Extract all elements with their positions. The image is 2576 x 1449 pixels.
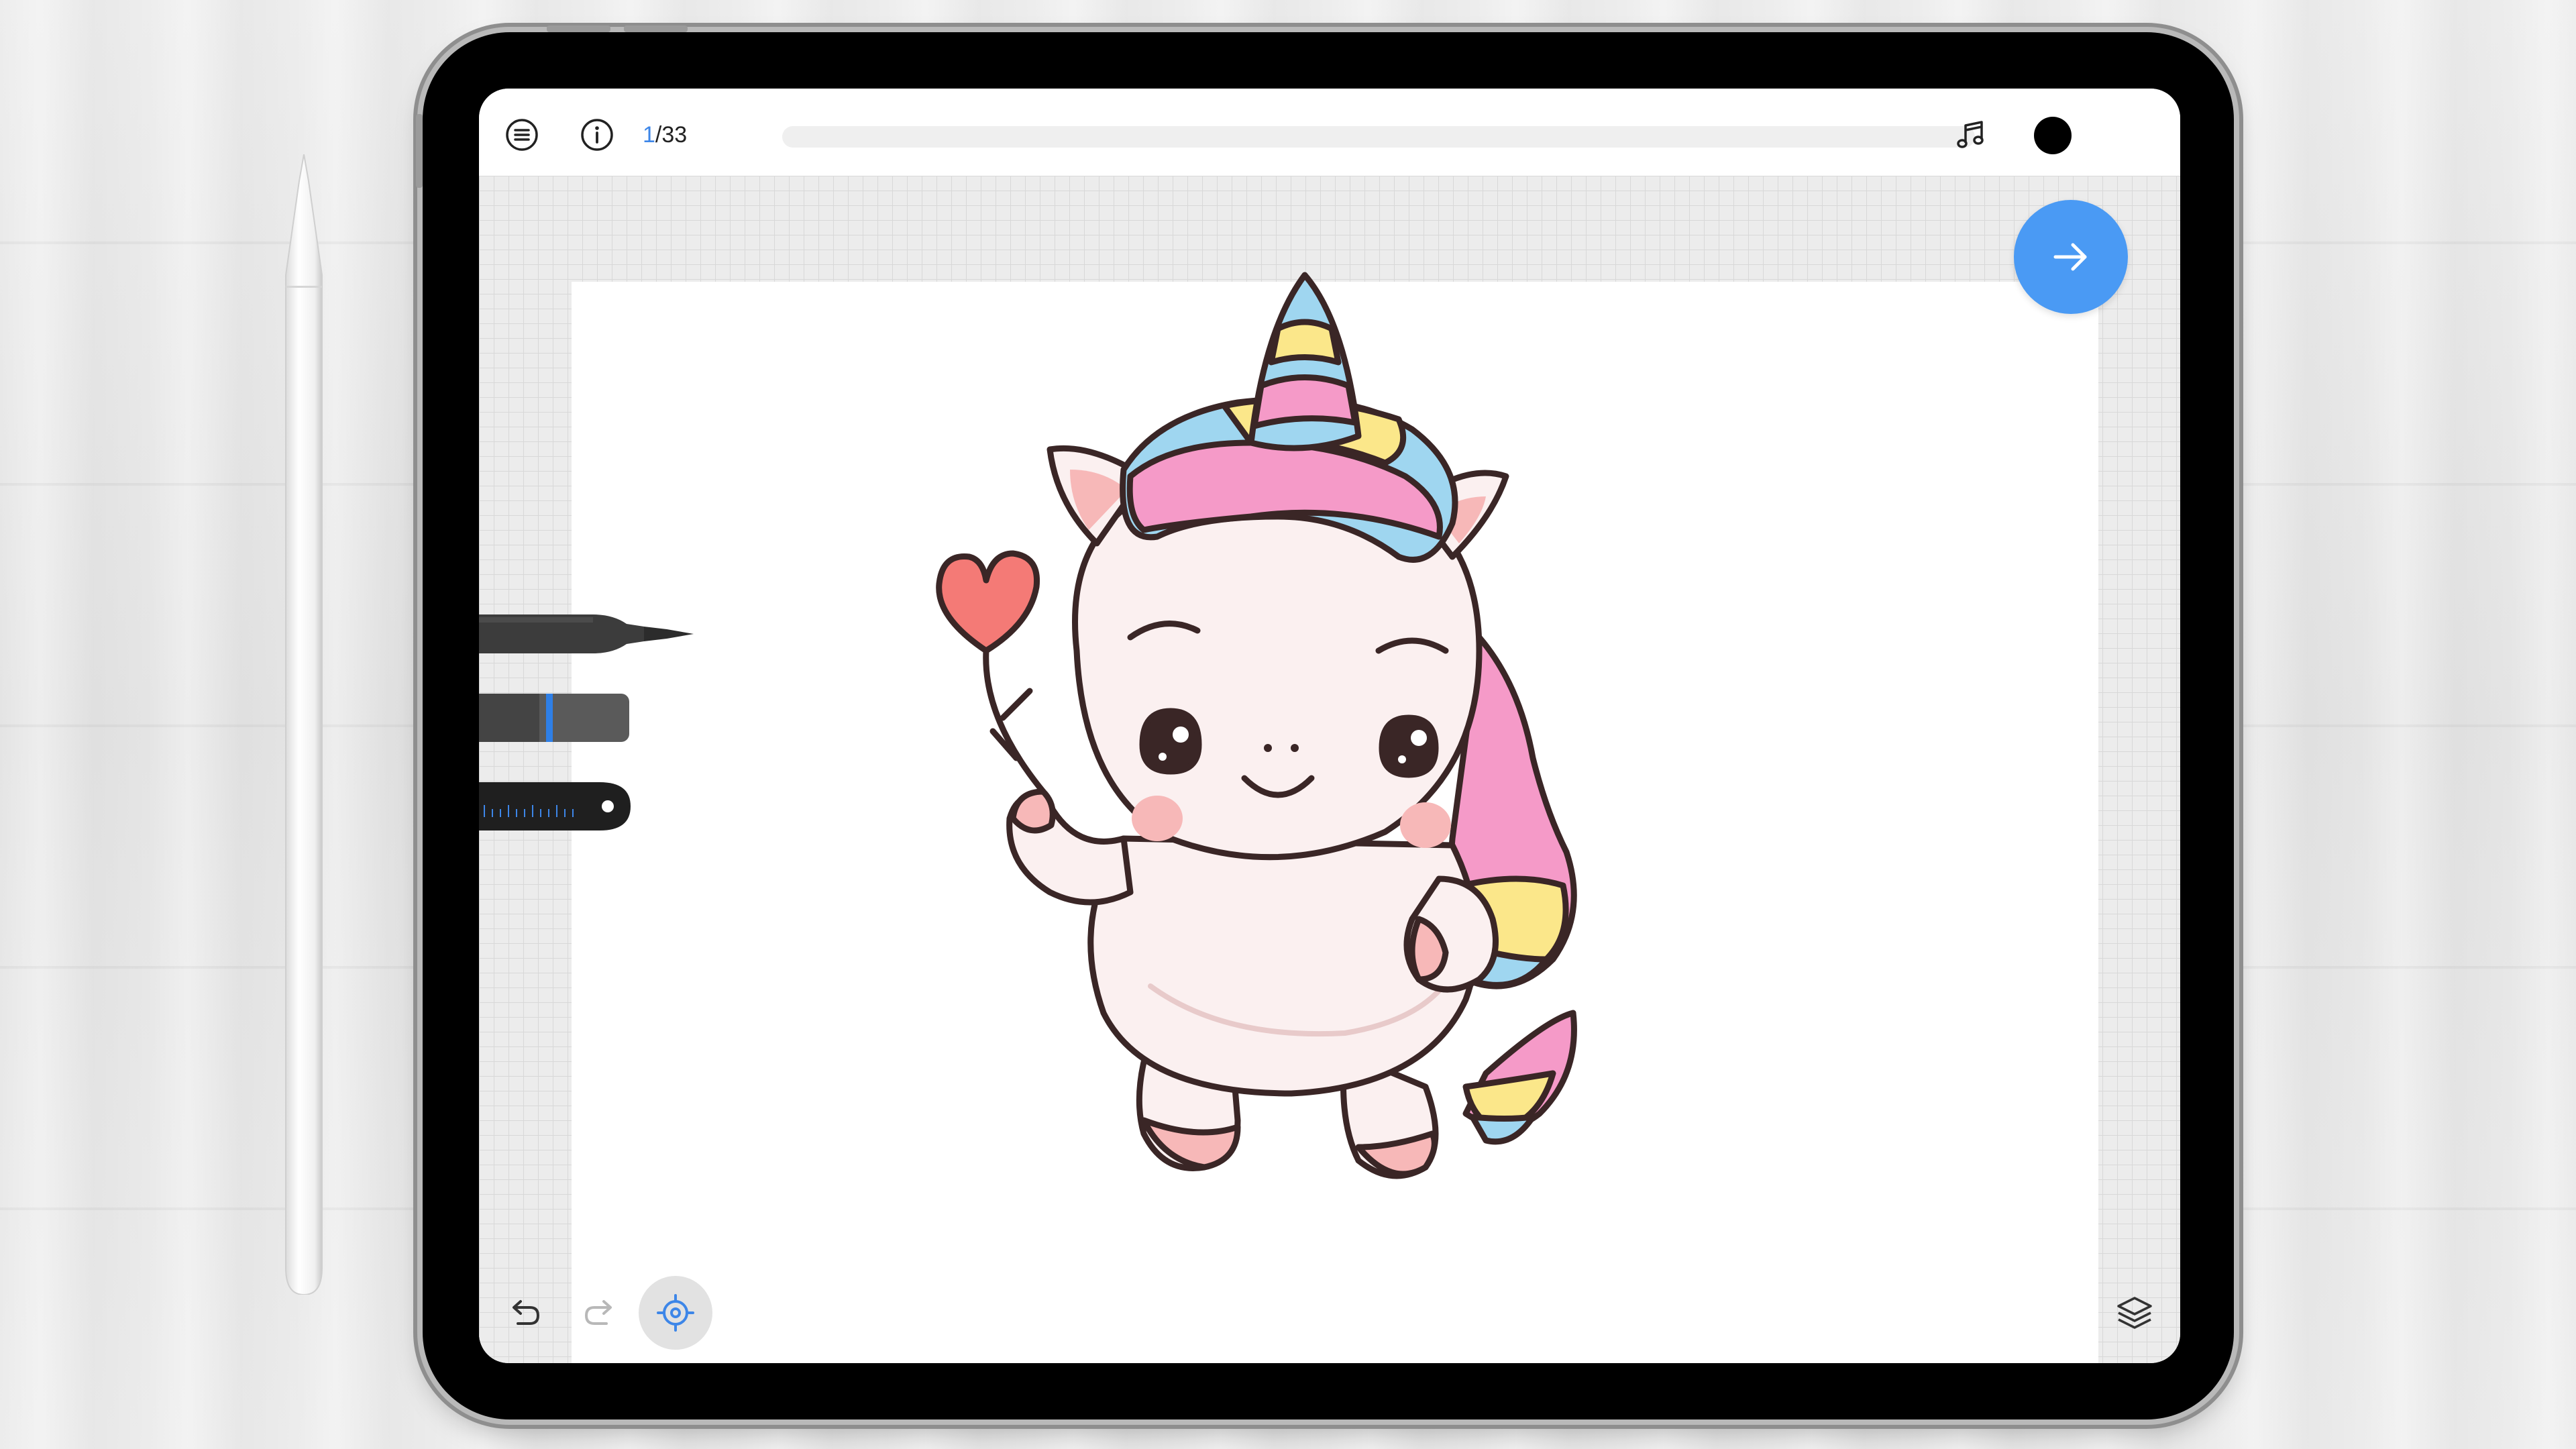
redo-icon[interactable]	[580, 1293, 620, 1333]
eraser-icon[interactable]	[479, 691, 633, 745]
stylus-pencil	[285, 154, 323, 1295]
volume-button	[624, 25, 688, 32]
top-toolbar: 1/33	[479, 89, 2180, 176]
page-counter: 1/33	[643, 122, 687, 148]
page-total: /33	[655, 122, 688, 148]
ruler-icon[interactable]	[479, 780, 633, 833]
next-step-button[interactable]	[2014, 200, 2128, 314]
color-swatch[interactable]	[2034, 117, 2072, 154]
info-icon[interactable]	[580, 117, 614, 152]
layers-icon[interactable]	[2114, 1293, 2155, 1333]
unicorn-illustration	[936, 272, 1577, 1179]
marker-pen-icon[interactable]	[479, 604, 700, 664]
side-button	[416, 114, 423, 188]
page-current: 1	[643, 122, 655, 148]
volume-button	[547, 25, 610, 32]
music-note-icon[interactable]	[1953, 117, 1988, 152]
menu-icon[interactable]	[504, 117, 539, 152]
arrow-right-icon	[2053, 243, 2087, 271]
progress-bar	[782, 126, 1975, 148]
undo-icon[interactable]	[504, 1293, 545, 1333]
recenter-icon[interactable]	[655, 1293, 696, 1333]
